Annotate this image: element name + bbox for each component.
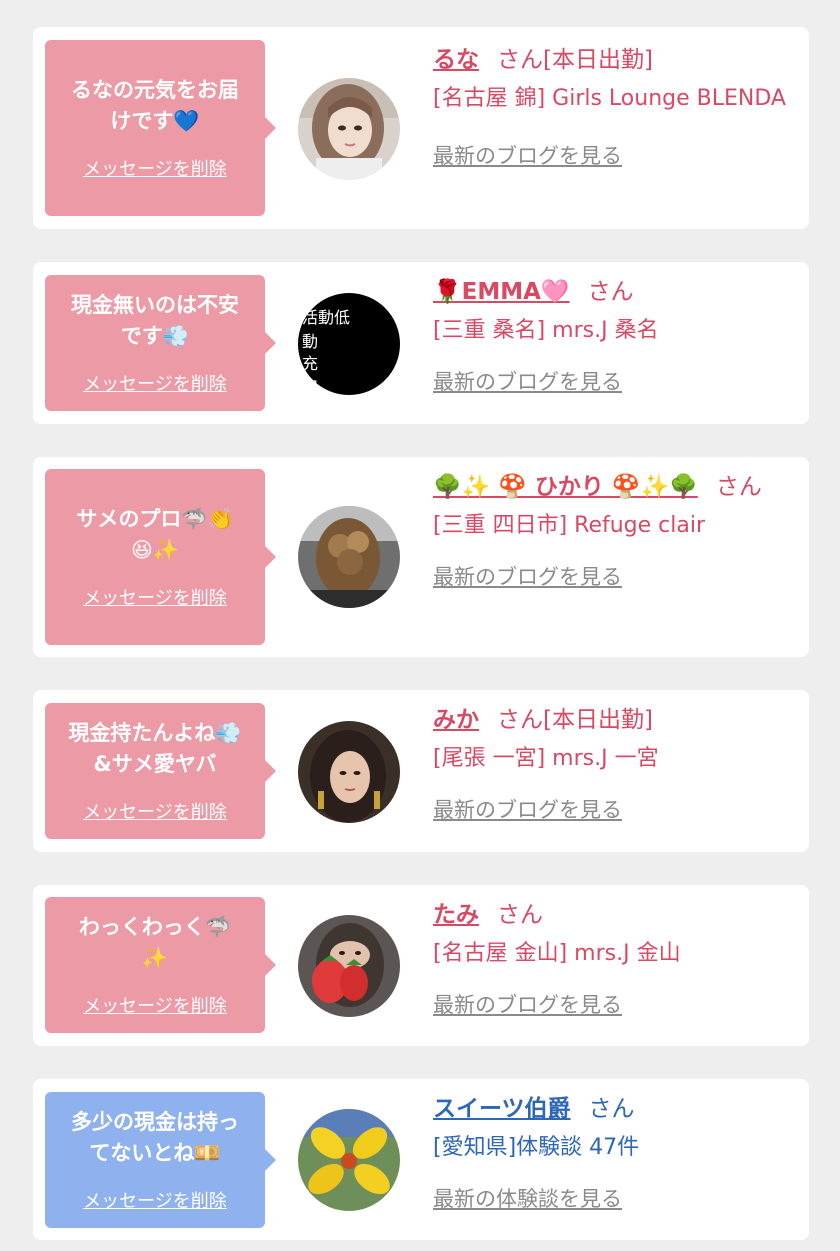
shop-text: [尾張 一宮] mrs.J 一宮 xyxy=(433,746,659,771)
avatar[interactable] xyxy=(298,915,400,1017)
message-text: 現金持たんよね💨 &サメ愛ヤバ xyxy=(68,721,242,776)
message-bubble: 現金持たんよね💨 &サメ愛ヤバ メッセージを削除 xyxy=(45,703,276,839)
profile-info: るな さん[本日出勤] [名古屋 錦] Girls Lounge BLENDA 最… xyxy=(433,40,789,170)
name-suffix: さん xyxy=(588,1096,635,1122)
delete-message-link[interactable]: メッセージを削除 xyxy=(83,370,227,396)
avatar[interactable] xyxy=(298,78,400,180)
message-text: サメのプロ🦈👏 😆✨ xyxy=(76,507,234,562)
profile-name-link[interactable]: みか xyxy=(433,707,479,733)
message-text: るなの元気をお届 けです💙 xyxy=(71,78,239,133)
shop-text: [名古屋 錦] Girls Lounge BLENDA xyxy=(433,86,786,111)
shop-text: [三重 四日市] Refuge clair xyxy=(433,513,706,538)
message-bubble: 多少の現金は持っ てないとね💴 メッセージを削除 xyxy=(45,1092,276,1228)
shop-text: [愛知県]体験談 47件 xyxy=(433,1135,640,1160)
delete-message-link[interactable]: メッセージを削除 xyxy=(83,992,227,1018)
message-card: るなの元気をお届 けです💙 メッセージを削除 るな さん[本日出勤] [名古屋 錦… xyxy=(33,27,809,229)
message-bubble: わっくわっく🦈 ✨ メッセージを削除 xyxy=(45,897,276,1033)
profile-info: みか さん[本日出勤] [尾張 一宮] mrs.J 一宮 最新のブログを見る xyxy=(433,700,789,824)
profile-name-link[interactable]: スイーツ伯爵 xyxy=(433,1096,571,1122)
avatar-text-line: 充 xyxy=(302,354,318,373)
latest-experience-link[interactable]: 最新の体験談を見る xyxy=(433,1183,622,1213)
message-card: サメのプロ🦈👏 😆✨ メッセージを削除 🌳✨ 🍄 ひかり 🍄✨🌳 さん [三重 四… xyxy=(33,457,809,657)
avatar[interactable] xyxy=(298,721,400,823)
name-suffix: さん xyxy=(587,279,634,305)
message-card: わっくわっく🦈 ✨ メッセージを削除 たみ さん [名古屋 金山] mrs.J 金… xyxy=(33,885,809,1046)
delete-message-link[interactable]: メッセージを削除 xyxy=(83,155,227,181)
profile-info: スイーツ伯爵 さん [愛知県]体験談 47件 最新の体験談を見る xyxy=(433,1089,789,1213)
latest-blog-link[interactable]: 最新のブログを見る xyxy=(433,366,622,396)
name-suffix: さん[本日出勤] xyxy=(497,47,653,73)
avatar-text-line: 動 xyxy=(302,332,318,351)
avatar-text-line: 活動低 xyxy=(302,308,350,327)
name-suffix: さん xyxy=(715,474,762,500)
profile-name-link[interactable]: 🌹EMMA🩷 xyxy=(433,279,570,305)
name-suffix: さん[本日出勤] xyxy=(497,707,653,733)
delete-message-link[interactable]: メッセージを削除 xyxy=(83,1187,227,1213)
name-suffix: さん xyxy=(497,902,543,928)
message-text: 現金無いのは不安 です💨 xyxy=(71,293,239,348)
delete-message-link[interactable]: メッセージを削除 xyxy=(83,584,227,610)
profile-name-link[interactable]: 🌳✨ 🍄 ひかり 🍄✨🌳 xyxy=(433,474,698,500)
profile-name-link[interactable]: るな xyxy=(433,47,479,73)
message-card: 多少の現金は持っ てないとね💴 メッセージを削除 スイーツ伯爵 さん [愛知県]体… xyxy=(33,1079,809,1240)
avatar[interactable]: 活動低 動 充 中。 xyxy=(298,293,400,395)
avatar-text-line: 中。 xyxy=(302,376,334,395)
shop-text: [名古屋 金山] mrs.J 金山 xyxy=(433,941,681,966)
message-card: 現金無いのは不安 です💨 メッセージを削除 活動低 動 充 中。 🌹EMMA🩷 さ… xyxy=(33,262,809,424)
latest-blog-link[interactable]: 最新のブログを見る xyxy=(433,561,622,591)
latest-blog-link[interactable]: 最新のブログを見る xyxy=(433,140,622,170)
profile-info: 🌳✨ 🍄 ひかり 🍄✨🌳 さん [三重 四日市] Refuge clair 最新の… xyxy=(433,467,789,591)
avatar[interactable] xyxy=(298,506,400,608)
message-bubble: るなの元気をお届 けです💙 メッセージを削除 xyxy=(45,40,276,216)
avatar[interactable] xyxy=(298,1109,400,1211)
message-bubble: 現金無いのは不安 です💨 メッセージを削除 xyxy=(45,275,276,411)
shop-text: [三重 桑名] mrs.J 桑名 xyxy=(433,318,659,343)
message-text: 多少の現金は持っ てないとね💴 xyxy=(71,1110,239,1165)
profile-info: たみ さん [名古屋 金山] mrs.J 金山 最新のブログを見る xyxy=(433,895,789,1019)
profile-name-link[interactable]: たみ xyxy=(433,902,479,928)
message-card: 現金持たんよね💨 &サメ愛ヤバ メッセージを削除 みか さん[本日出勤] [尾張 … xyxy=(33,690,809,852)
latest-blog-link[interactable]: 最新のブログを見る xyxy=(433,989,622,1019)
latest-blog-link[interactable]: 最新のブログを見る xyxy=(433,794,622,824)
delete-message-link[interactable]: メッセージを削除 xyxy=(83,798,227,824)
message-bubble: サメのプロ🦈👏 😆✨ メッセージを削除 xyxy=(45,469,276,645)
message-text: わっくわっく🦈 ✨ xyxy=(78,915,232,970)
profile-info: 🌹EMMA🩷 さん [三重 桑名] mrs.J 桑名 最新のブログを見る xyxy=(433,272,789,396)
